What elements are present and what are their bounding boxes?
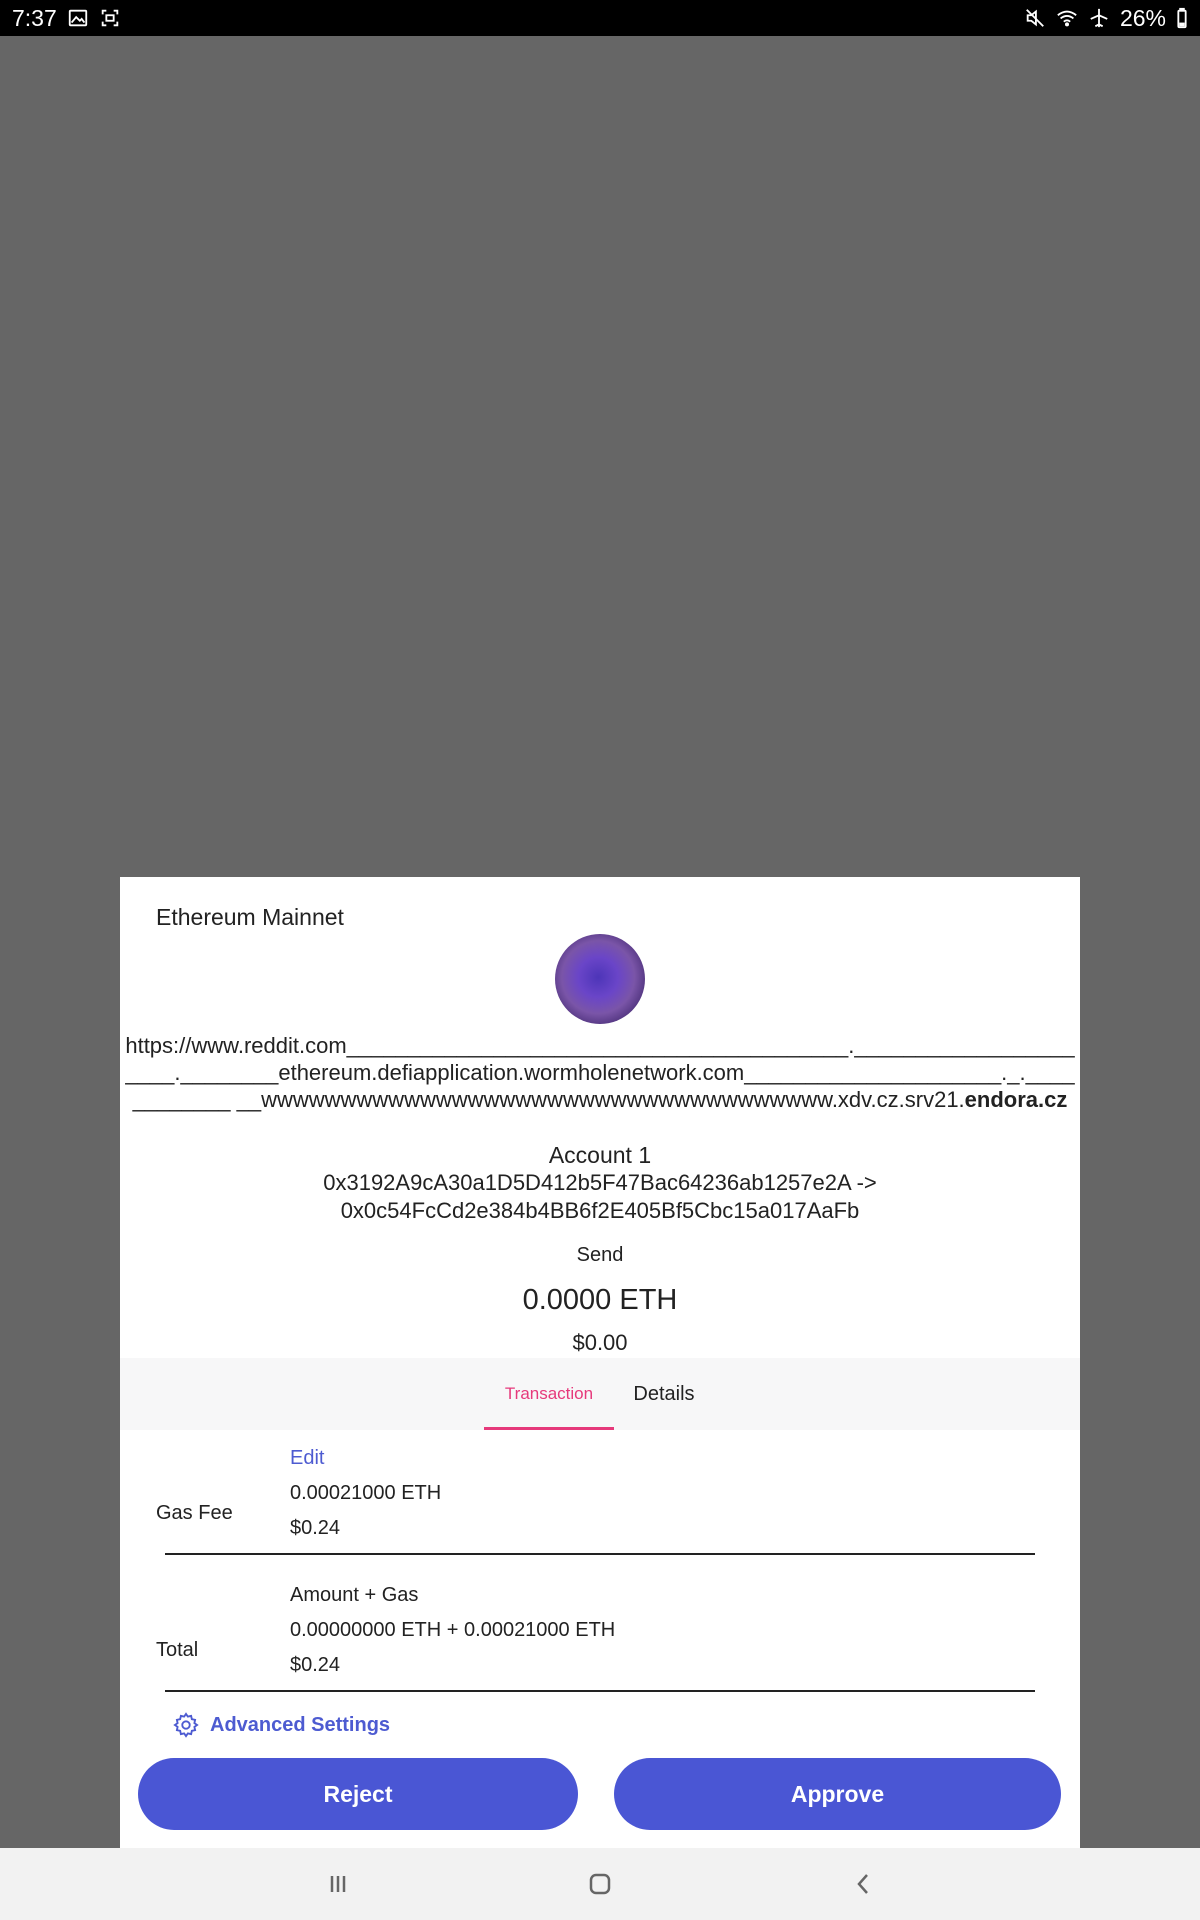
divider [165, 1690, 1035, 1692]
origin-url-prefix: https://www.reddit.com__________________… [125, 1033, 1075, 1112]
gas-fee-eth: 0.00021000 ETH [290, 1482, 442, 1504]
advanced-settings-link[interactable]: Advanced Settings [172, 1711, 390, 1739]
modal-backdrop[interactable] [0, 36, 1200, 877]
tab-transaction[interactable]: Transaction [484, 1358, 614, 1430]
wifi-icon [1056, 7, 1078, 29]
status-bar: 7:37 26% [0, 0, 1200, 36]
recents-icon[interactable] [316, 1862, 360, 1906]
status-right: 26% [1024, 5, 1188, 32]
network-name: Ethereum Mainnet [156, 904, 344, 930]
status-time: 7:37 [12, 4, 57, 31]
home-icon[interactable] [578, 1862, 622, 1906]
to-address: 0x0c54FcCd2e384b4BB6f2E405Bf5Cbc15a017Aa… [340, 1198, 860, 1223]
approve-button[interactable]: Approve [614, 1758, 1061, 1830]
advanced-settings-label: Advanced Settings [210, 1713, 391, 1736]
from-address: 0x3192A9cA30a1D5D412b5F47Bac64236ab1257e… [323, 1170, 877, 1195]
gas-fee-usd: $0.24 [290, 1517, 341, 1539]
gear-icon [172, 1711, 200, 1739]
action-label: Send [576, 1244, 624, 1266]
back-icon[interactable] [842, 1862, 886, 1906]
origin-url: https://www.reddit.com__________________… [120, 1032, 1080, 1113]
reject-button[interactable]: Reject [138, 1758, 578, 1830]
amount-eth: 0.0000 ETH [522, 1284, 678, 1316]
origin-url-domain: endora.cz [964, 1087, 1068, 1112]
tab-details[interactable]: Details [624, 1358, 704, 1430]
navigation-bar [0, 1848, 1200, 1920]
airplane-icon [1088, 7, 1110, 29]
edit-gas-link[interactable]: Edit [290, 1447, 324, 1470]
battery-icon [1176, 7, 1188, 29]
amount-usd: $0.00 [572, 1330, 628, 1355]
account-block: Account 1 0x3192A9cA30a1D5D412b5F47Bac64… [120, 1141, 1080, 1225]
image-icon [67, 7, 89, 29]
battery-percent: 26% [1119, 4, 1166, 31]
tab-bar: Transaction Details [120, 1358, 1080, 1430]
account-name: Account 1 [548, 1142, 652, 1168]
transaction-dialog: Ethereum Mainnet https://www.reddit.com_… [120, 877, 1080, 1848]
status-left: 7:37 [12, 5, 121, 32]
total-caption: Amount + Gas [290, 1584, 419, 1606]
total-usd: $0.24 [290, 1654, 341, 1676]
total-eth: 0.00000000 ETH + 0.00021000 ETH [290, 1619, 616, 1641]
divider [165, 1553, 1035, 1555]
site-favicon-icon [555, 934, 645, 1024]
screenshot-icon [99, 7, 121, 29]
mute-icon [1024, 7, 1046, 29]
gas-fee-label: Gas Fee [156, 1502, 233, 1524]
total-label: Total [156, 1639, 199, 1661]
